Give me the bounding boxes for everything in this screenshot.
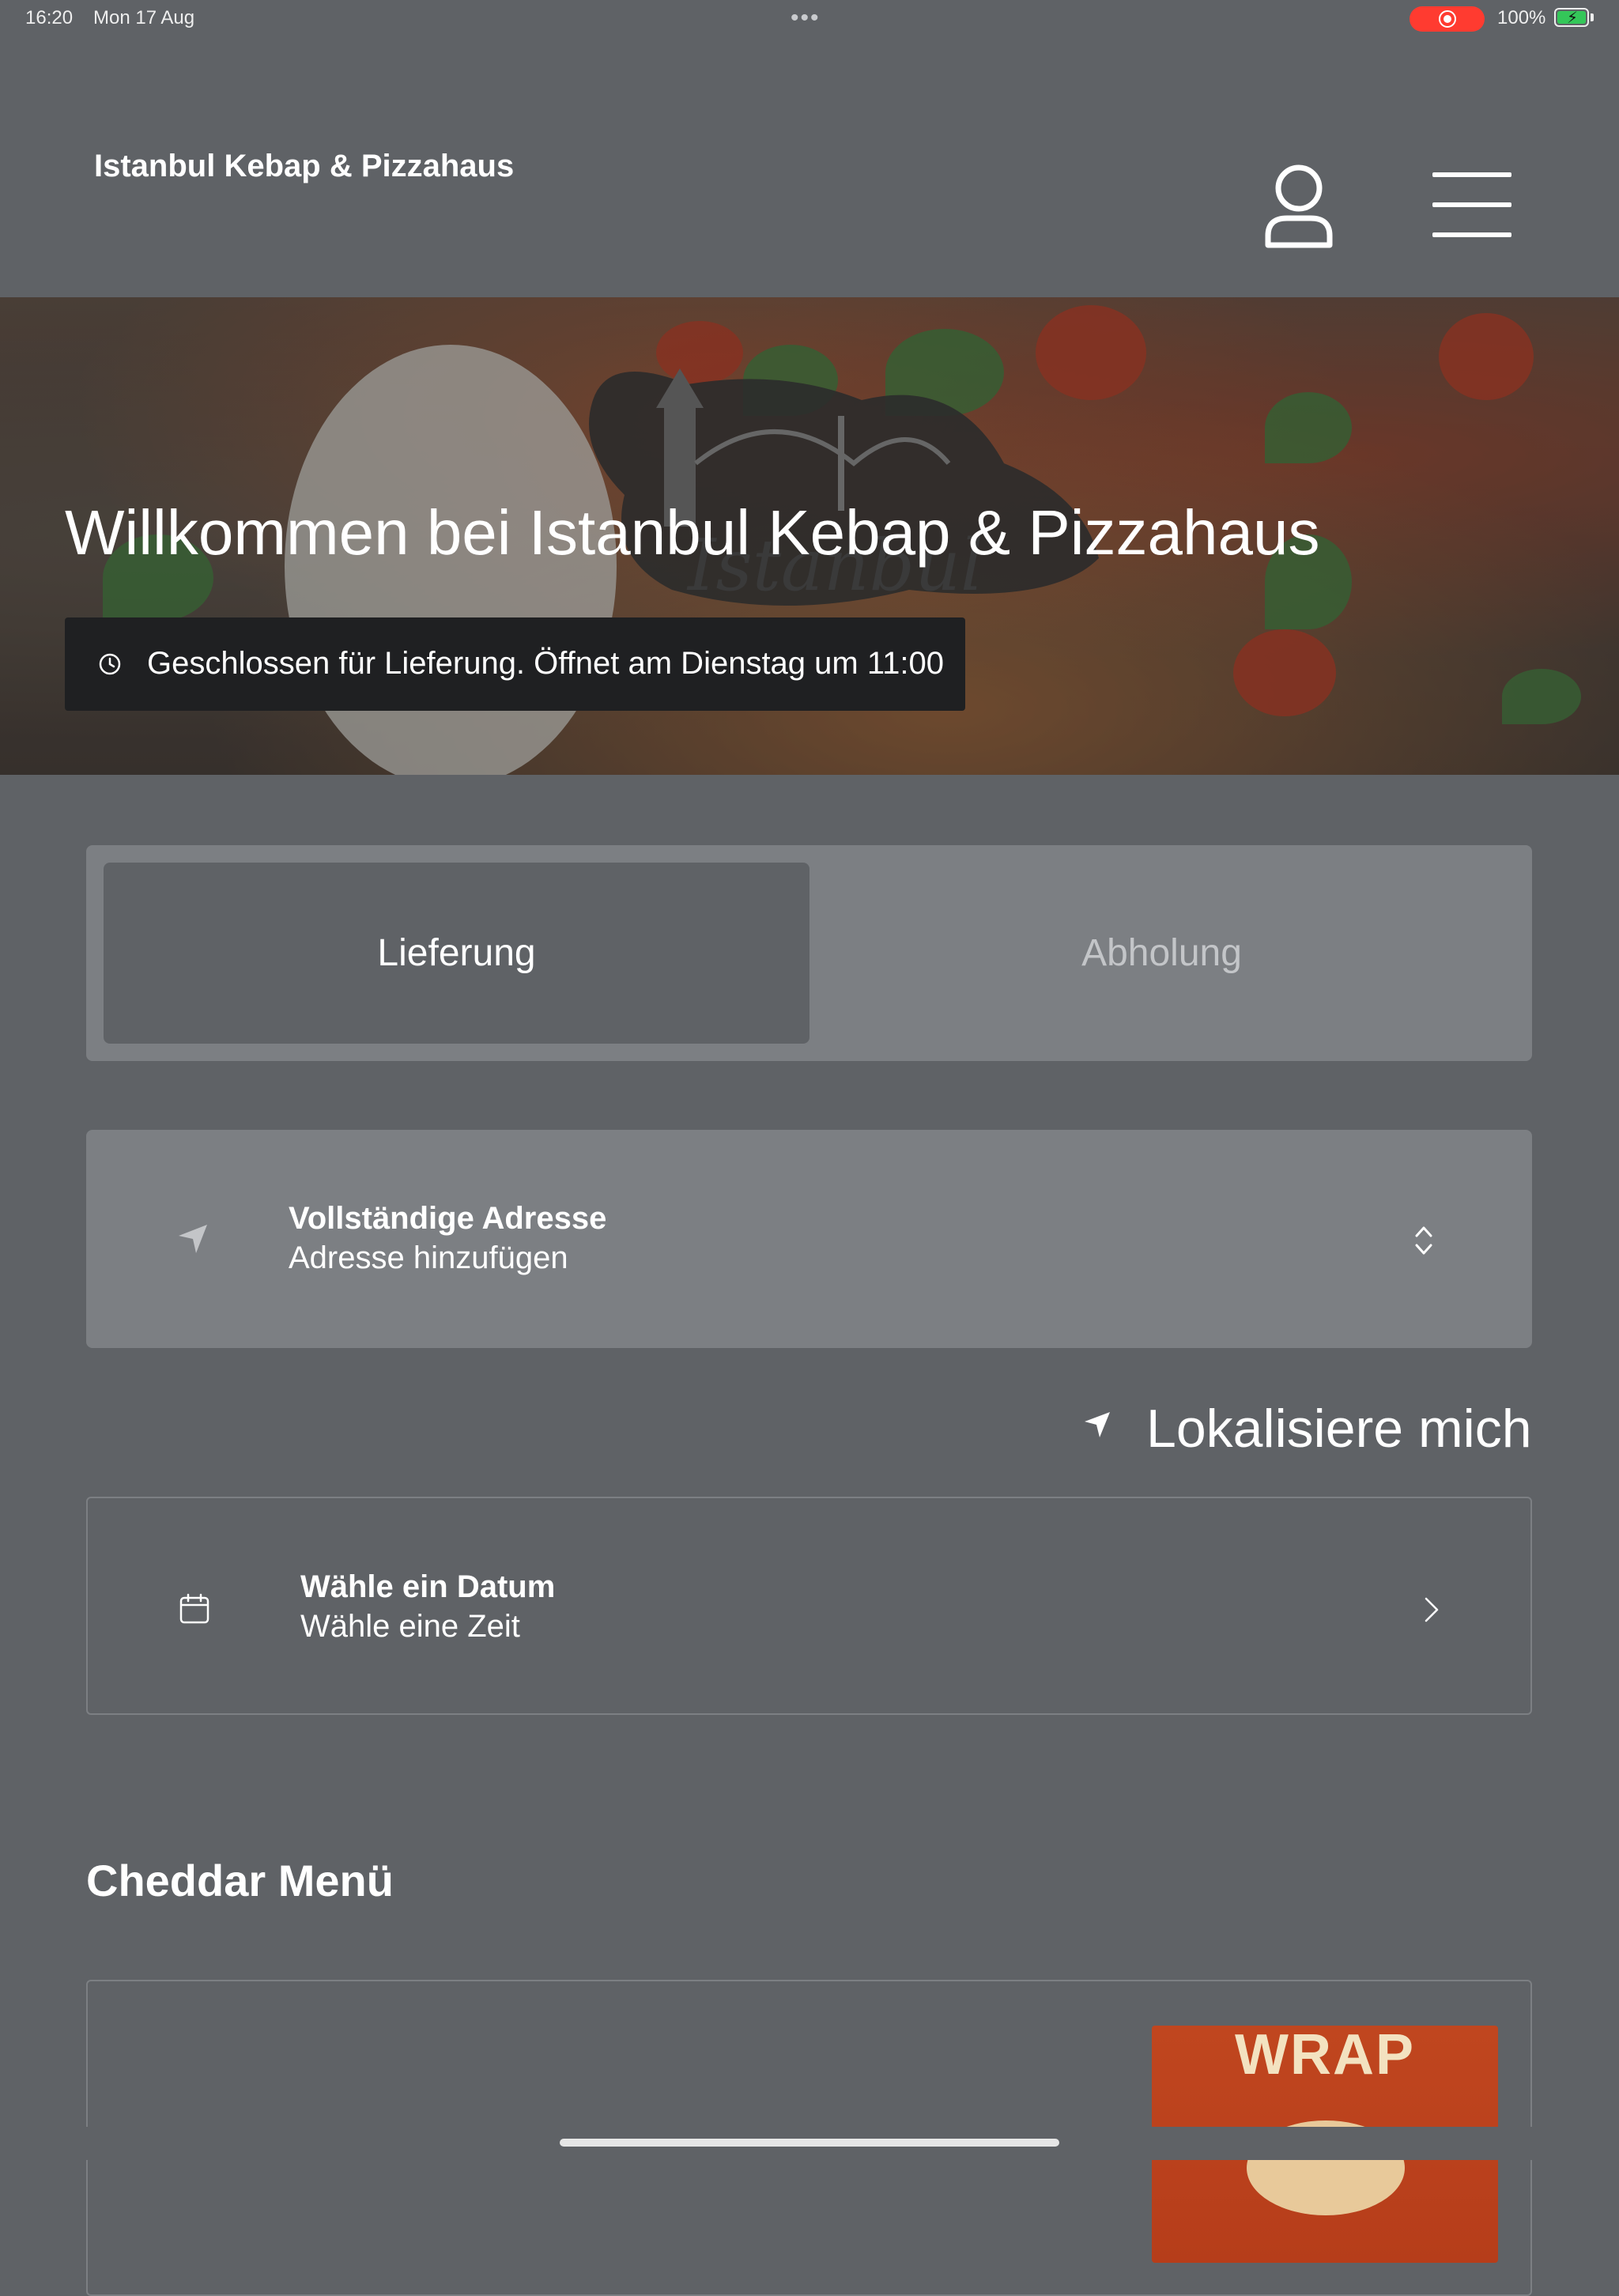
- clock-icon: [99, 653, 121, 675]
- address-label: Vollständige Adresse: [289, 1201, 607, 1236]
- closed-notice-text: Geschlossen für Lieferung. Öffnet am Die…: [147, 646, 944, 681]
- order-mode-toggle: Lieferung Abholung: [86, 845, 1532, 1061]
- chevron-up-down-icon[interactable]: [1412, 1223, 1436, 1258]
- brand-name[interactable]: Istanbul Kebap & Pizzahaus: [94, 149, 514, 184]
- tab-lieferung[interactable]: Lieferung: [104, 863, 810, 1044]
- app-header: Istanbul Kebap & Pizzahaus: [0, 38, 1619, 297]
- locate-me-label: Lokalisiere mich: [1146, 1399, 1532, 1459]
- schedule-selector[interactable]: Wähle ein Datum Wähle eine Zeit: [86, 1497, 1532, 1715]
- address-placeholder: Adresse hinzufügen: [289, 1241, 568, 1275]
- time-label: Wähle eine Zeit: [300, 1609, 520, 1644]
- locate-me-button[interactable]: Lokalisiere mich: [1083, 1392, 1534, 1459]
- hero-banner: Istanbul Willkommen bei Istanbul Kebap &…: [0, 297, 1619, 775]
- home-indicator[interactable]: [560, 2139, 1059, 2147]
- navigation-arrow-icon: [179, 1225, 207, 1253]
- hero-title: Willkommen bei Istanbul Kebap & Pizzahau…: [65, 497, 1320, 568]
- closed-notice: Geschlossen für Lieferung. Öffnet am Die…: [65, 617, 965, 711]
- hamburger-menu-icon[interactable]: [1432, 171, 1511, 242]
- istanbul-logo-icon: Istanbul: [589, 368, 1099, 607]
- location-arrow-icon: [1085, 1412, 1110, 1437]
- date-label: Wähle ein Datum: [300, 1569, 556, 1604]
- address-selector[interactable]: Vollständige Adresse Adresse hinzufügen: [86, 1130, 1532, 1348]
- battery-tip: [1591, 13, 1594, 21]
- chevron-right-icon: [1425, 1597, 1439, 1622]
- battery-charging-icon: ⚡: [1554, 8, 1589, 27]
- product-image-text: WRAP: [1235, 2026, 1415, 2086]
- status-bar: 16:20 Mon 17 Aug ••• 100% ⚡: [0, 0, 1619, 38]
- battery-percent: 100%: [1497, 7, 1546, 28]
- person-icon[interactable]: [1263, 163, 1334, 250]
- status-time: 16:20: [25, 7, 74, 28]
- menu-section-title: Cheddar Menü: [86, 1856, 394, 1905]
- screen-recording-icon[interactable]: [1410, 6, 1485, 32]
- calendar-icon: [179, 1593, 209, 1624]
- multitasking-dots-icon[interactable]: •••: [791, 5, 821, 32]
- status-date: Mon 17 Aug: [93, 7, 195, 28]
- tab-abholung[interactable]: Abholung: [809, 863, 1515, 1044]
